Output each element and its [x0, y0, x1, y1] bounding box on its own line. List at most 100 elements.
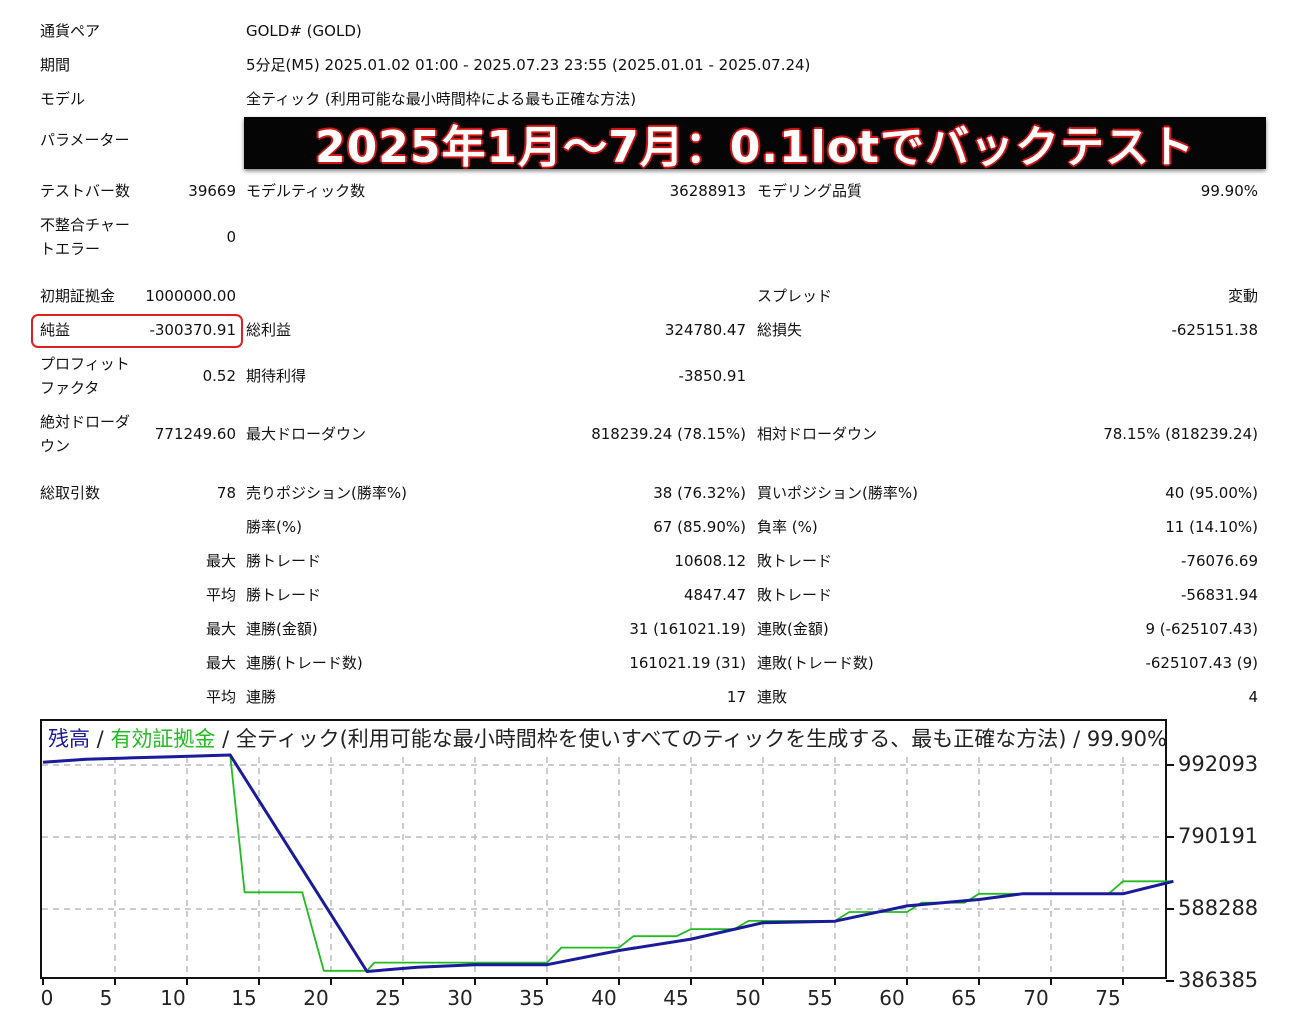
consec-win-amt-value: 31 (161021.19)	[629, 620, 746, 638]
legend-sep-1: /	[90, 727, 111, 751]
avg-loss-label: 敗トレード	[757, 586, 833, 604]
x-tick-label: 45	[663, 986, 689, 1010]
max-win-label: 勝トレード	[246, 552, 322, 570]
pf-label-line2: ファクタ	[40, 379, 100, 397]
long-value: 40 (95.00%)	[1165, 484, 1258, 502]
max-loss-value: -76076.69	[1181, 552, 1258, 570]
pf-label-line1: プロフィット	[40, 355, 130, 373]
legend-equity: 有効証拠金	[110, 727, 216, 751]
x-tick-label: 65	[951, 986, 977, 1010]
consec-cnt-prefix: 最大	[205, 654, 236, 672]
chart-legend: 残高 / 有効証拠金 / 全ティック(利用可能な最小時間枠を使いすべてのティック…	[48, 726, 1167, 752]
x-tick-label: 10	[160, 986, 186, 1010]
consec-win-cnt-value: 161021.19 (31)	[629, 654, 746, 672]
balance-chart	[40, 719, 1167, 979]
short-value: 38 (76.32%)	[653, 484, 746, 502]
spread-value: 変動	[1227, 287, 1258, 305]
trades-value: 78	[216, 484, 236, 502]
loss-rate-label: 負率 (%)	[757, 518, 818, 536]
x-tick-label: 55	[807, 986, 833, 1010]
quality-value: 99.90%	[1200, 182, 1258, 200]
abs-dd-value: 771249.60	[154, 425, 236, 443]
avg-loss-value: -56831.94	[1181, 586, 1258, 604]
banner-text: 2025年1月～7月：0.1lotでバックテスト	[315, 122, 1195, 173]
avg-win-prefix: 平均	[205, 586, 236, 604]
y-tick-label: 588288	[1178, 896, 1259, 920]
loss-rate-value: 11 (14.10%)	[1165, 518, 1258, 536]
gross-loss-value: -625151.38	[1171, 321, 1258, 339]
legend-balance: 残高	[48, 727, 90, 751]
rel-dd-value: 78.15% (818239.24)	[1103, 425, 1258, 443]
net-profit-value: -300370.91	[149, 321, 236, 339]
x-tick-label: 0	[40, 986, 54, 1010]
params-label: パラメーター	[40, 131, 130, 149]
max-loss-label: 敗トレード	[757, 552, 833, 570]
trades-label: 総取引数	[40, 484, 101, 502]
legend-model: 全ティック(利用可能な最小時間枠を使いすべてのティックを生成する、最も正確な方法…	[235, 727, 1167, 751]
quality-label: モデリング品質	[757, 182, 863, 200]
ticks-value: 36288913	[669, 182, 746, 200]
deposit-value: 1000000.00	[145, 287, 236, 305]
avg-consec-loss-value: 4	[1248, 688, 1258, 706]
x-tick-label: 30	[447, 986, 473, 1010]
abs-dd-label-line1: 絶対ドローダ	[40, 413, 131, 431]
max-win-value: 10608.12	[674, 552, 746, 570]
y-tick-label: 386385	[1178, 968, 1259, 992]
expected-label: 期待利得	[246, 367, 307, 385]
x-tick-label: 20	[303, 986, 329, 1010]
consec-loss-amt-label: 連敗(金額)	[757, 620, 829, 638]
pair-value: GOLD# (GOLD)	[246, 22, 362, 40]
x-tick-label: 75	[1095, 986, 1121, 1010]
win-rate-value: 67 (85.90%)	[653, 518, 746, 536]
avg-consec-win-label: 連勝	[246, 688, 277, 706]
ticks-label: モデルティック数	[246, 182, 366, 200]
period-value: 5分足(M5) 2025.01.02 01:00 - 2025.07.23 23…	[246, 56, 811, 74]
spread-label: スプレッド	[757, 287, 833, 305]
x-tick-label: 60	[879, 986, 905, 1010]
legend-sep-2: /	[215, 727, 236, 751]
expected-value: -3850.91	[678, 367, 746, 385]
model-value: 全ティック (利用可能な最小時間枠による最も正確な方法)	[246, 90, 637, 108]
x-tick-label: 50	[735, 986, 761, 1010]
avg-consec-win-value: 17	[726, 688, 746, 706]
bars-value: 39669	[188, 182, 236, 200]
net-profit-label: 純益	[40, 321, 71, 339]
short-label: 売りポジション(勝率%)	[246, 484, 407, 502]
deposit-label: 初期証拠金	[40, 287, 116, 305]
long-label: 買いポジション(勝率%)	[757, 484, 918, 502]
pair-label: 通貨ペア	[40, 22, 101, 40]
consec-loss-cnt-label: 連敗(トレード数)	[757, 654, 874, 672]
gross-profit-label: 総利益	[246, 321, 292, 339]
avg-consec-loss-label: 連敗	[757, 688, 788, 706]
x-tick-label: 25	[375, 986, 401, 1010]
consec-loss-amt-value: 9 (-625107.43)	[1145, 620, 1258, 638]
rel-dd-label: 相対ドローダウン	[757, 425, 878, 443]
y-tick-label: 790191	[1178, 824, 1259, 848]
consec-amt-prefix: 最大	[205, 620, 236, 638]
gross-profit-value: 324780.47	[664, 321, 746, 339]
win-rate-label: 勝率(%)	[246, 518, 302, 536]
avg-win-value: 4847.47	[683, 586, 746, 604]
consec-loss-cnt-value: -625107.43 (9)	[1145, 654, 1258, 672]
abs-dd-label-line2: ウン	[40, 437, 71, 455]
avg-win-label: 勝トレード	[246, 586, 322, 604]
model-label: モデル	[40, 90, 86, 108]
pf-value: 0.52	[202, 367, 236, 385]
gross-loss-label: 総損失	[757, 321, 803, 339]
bars-label: テストバー数	[40, 182, 131, 200]
consec-win-cnt-label: 連勝(トレード数)	[246, 654, 363, 672]
mismatch-value: 0	[226, 228, 236, 246]
y-tick-label: 992093	[1178, 752, 1259, 776]
x-tick-label: 35	[519, 986, 545, 1010]
mismatch-label-line2: トエラー	[40, 240, 101, 258]
avg-consec-prefix: 平均	[205, 688, 236, 706]
x-tick-label: 70	[1023, 986, 1049, 1010]
mismatch-label-line1: 不整合チャー	[40, 216, 130, 234]
period-label: 期間	[40, 56, 71, 74]
x-tick-label: 40	[591, 986, 617, 1010]
x-tick-label: 5	[99, 986, 113, 1010]
max-dd-value: 818239.24 (78.15%)	[591, 425, 746, 443]
x-tick-label: 15	[231, 986, 257, 1010]
consec-win-amt-label: 連勝(金額)	[246, 620, 318, 638]
max-win-prefix: 最大	[205, 552, 236, 570]
